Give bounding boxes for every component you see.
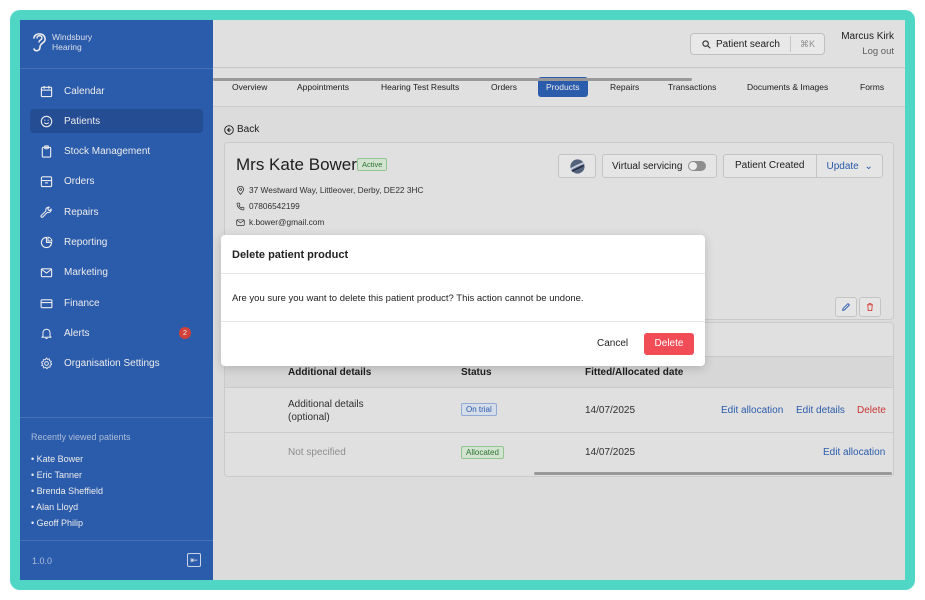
app-window: Windsbury Hearing Calendar Patients Stoc… <box>20 20 905 580</box>
dialog-message: Are you sure you want to delete this pat… <box>232 293 584 304</box>
delete-confirmation-dialog: Delete patient product Are you sure you … <box>221 235 705 366</box>
dialog-title: Delete patient product <box>232 249 349 261</box>
dialog-divider <box>221 273 705 274</box>
dialog-divider <box>221 321 705 322</box>
confirm-delete-button[interactable]: Delete <box>644 333 694 355</box>
cancel-button[interactable]: Cancel <box>589 333 636 355</box>
